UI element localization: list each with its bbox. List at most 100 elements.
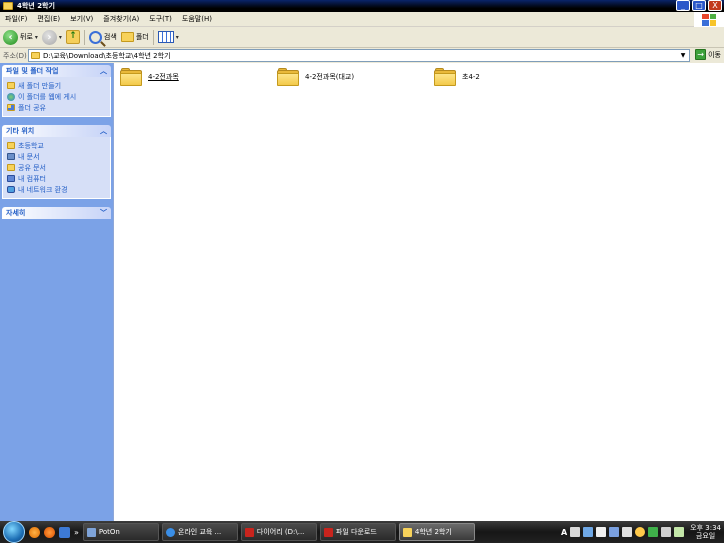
quicklaunch-app-icon[interactable] (44, 526, 55, 538)
views-button[interactable]: ▾ (157, 31, 179, 43)
ime-indicator[interactable]: A (561, 528, 567, 537)
place-my-network[interactable]: 내 네트워크 환경 (7, 184, 106, 195)
file-tasks-panel: 파일 및 폴더 작업 ︿ 새 폴더 만들기 이 폴더를 웹에 게시 폴더 공유 (2, 65, 111, 117)
folder-icon (120, 68, 142, 86)
place-elementary-school[interactable]: 초등학교 (7, 140, 106, 151)
tray-icon[interactable] (570, 527, 581, 537)
tray-icon[interactable] (648, 527, 659, 537)
panel-title: 기타 위치 (6, 127, 35, 135)
tray-icon[interactable] (622, 527, 633, 537)
search-label: 검색 (103, 33, 117, 41)
address-input[interactable]: D:\교육\Download\초등학교\4학년 2학기 (28, 49, 690, 62)
task-label: 다이어리 (D:\... (256, 528, 305, 536)
go-button[interactable]: → 이동 (695, 49, 721, 60)
menu-favorites[interactable]: 즐겨찾기(A) (98, 14, 144, 24)
globe-icon (7, 92, 15, 101)
menu-file[interactable]: 파일(F) (0, 14, 32, 24)
tray-icon[interactable] (583, 527, 594, 537)
other-places-header[interactable]: 기타 위치 ︿ (2, 125, 111, 137)
chevron-down-icon[interactable]: ▾ (35, 34, 38, 41)
tray-icon[interactable] (609, 527, 620, 537)
place-label: 초등학교 (18, 141, 44, 150)
folder-icon (402, 527, 412, 537)
details-panel: 자세히 ﹀ (2, 207, 111, 219)
clock-time: 오후 3:34 (690, 524, 721, 532)
place-label: 공유 문서 (18, 163, 46, 172)
forward-button[interactable]: › ▾ (41, 29, 62, 45)
close-button[interactable]: X (708, 0, 722, 11)
folder-icon (277, 68, 299, 86)
place-my-documents[interactable]: 내 문서 (7, 151, 106, 162)
forward-arrow-icon: › (41, 29, 57, 45)
place-shared-documents[interactable]: 공유 문서 (7, 162, 106, 173)
folder-icon (7, 164, 15, 171)
menu-view[interactable]: 보기(V) (65, 14, 98, 24)
address-label: 주소(D) (3, 51, 27, 60)
app-icon (244, 527, 254, 537)
start-button[interactable] (3, 521, 25, 543)
toolbar-divider (83, 29, 85, 45)
views-icon (157, 31, 174, 43)
taskbar-item-ie[interactable]: 온라인 교육 ... (161, 523, 238, 541)
details-header[interactable]: 자세히 ﹀ (2, 207, 111, 219)
taskbar-item-explorer[interactable]: 4학년 2학기 (398, 523, 475, 541)
task-label: 이 폴더를 웹에 게시 (18, 92, 77, 101)
taskbar-item-poton[interactable]: PotOn (82, 523, 159, 541)
folders-button[interactable]: 폴더 (120, 32, 149, 42)
panel-title: 자세히 (6, 209, 26, 217)
menu-bar: 파일(F) 편집(E) 보기(V) 즐겨찾기(A) 도구(T) 도움말(H) (0, 12, 724, 27)
menu-tools[interactable]: 도구(T) (144, 14, 177, 24)
menu-help[interactable]: 도움말(H) (177, 14, 217, 24)
file-tasks-header[interactable]: 파일 및 폴더 작업 ︿ (2, 65, 111, 77)
search-button[interactable]: 검색 (88, 30, 117, 44)
quick-launch: » (29, 526, 79, 538)
folders-label: 폴더 (135, 33, 149, 41)
volume-icon[interactable] (661, 527, 672, 537)
chevron-down-icon[interactable]: ﹀ (100, 208, 107, 218)
chevron-up-icon[interactable]: ︿ (100, 66, 107, 76)
folder-item[interactable]: 4-2전과목 (120, 68, 179, 86)
chevron-down-icon[interactable]: ▾ (59, 34, 62, 41)
quicklaunch-app-icon[interactable] (29, 526, 40, 538)
my-documents-icon (7, 153, 15, 160)
chevron-up-icon[interactable]: ︿ (100, 126, 107, 136)
task-label: 4학년 2학기 (414, 528, 452, 536)
taskbar-item-download[interactable]: 파일 다운로드 (319, 523, 396, 541)
help-icon[interactable] (596, 527, 607, 537)
quicklaunch-more-icon[interactable]: » (74, 528, 79, 537)
toolbar: ‹ 뒤로 ▾ › ▾ ↑ 검색 폴더 ▾ (0, 27, 724, 48)
task-label: 새 폴더 만들기 (18, 81, 62, 90)
windows-flag-icon (702, 13, 716, 26)
task-label: PotOn (98, 528, 120, 536)
title-bar: 4학년 2학기 _ □ X (0, 0, 724, 12)
panel-title: 파일 및 폴더 작업 (6, 67, 59, 75)
task-share-folder[interactable]: 폴더 공유 (7, 102, 106, 113)
clock-day: 금요일 (695, 532, 716, 540)
chevron-down-icon[interactable]: ▾ (176, 34, 179, 41)
folder-label: 4-2전과목 (148, 73, 179, 81)
computer-icon (7, 175, 15, 182)
minimize-button[interactable]: _ (676, 0, 690, 11)
up-folder-button[interactable]: ↑ (65, 30, 80, 44)
menu-edit[interactable]: 편집(E) (32, 14, 65, 24)
folder-item[interactable]: 4-2전과목(대교) (277, 68, 354, 86)
quicklaunch-app-icon[interactable] (59, 526, 70, 538)
maximize-button[interactable]: □ (692, 0, 706, 11)
folder-item[interactable]: 초4-2 (434, 68, 480, 86)
task-label: 폴더 공유 (18, 103, 46, 112)
clock[interactable]: 오후 3:34 금요일 (690, 524, 721, 540)
back-button[interactable]: ‹ 뒤로 ▾ (3, 29, 38, 45)
tray-icon[interactable] (635, 527, 646, 537)
address-dropdown-icon[interactable]: ▼ (679, 49, 687, 62)
back-label: 뒤로 (20, 33, 33, 41)
download-icon (323, 527, 333, 537)
task-publish-web[interactable]: 이 폴더를 웹에 게시 (7, 91, 106, 102)
tray-icon[interactable] (674, 527, 685, 537)
task-new-folder[interactable]: 새 폴더 만들기 (7, 80, 106, 91)
place-label: 내 컴퓨터 (18, 174, 46, 183)
network-icon (7, 186, 15, 193)
place-my-computer[interactable]: 내 컴퓨터 (7, 173, 106, 184)
taskbar-item-diary[interactable]: 다이어리 (D:\... (240, 523, 317, 541)
window-controls: _ □ X (676, 0, 722, 11)
windows-logo (694, 12, 724, 27)
